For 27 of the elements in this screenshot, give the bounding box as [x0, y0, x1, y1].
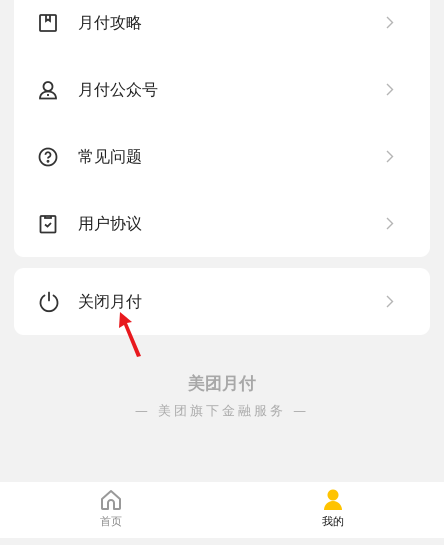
- menu-label: 月付攻略: [78, 12, 143, 34]
- menu-label: 用户协议: [78, 212, 143, 234]
- person-icon: [38, 80, 58, 100]
- chevron-right-icon: [386, 295, 394, 308]
- menu-item[interactable]: 月付攻略: [14, 0, 430, 56]
- menu-label: 月付公众号: [78, 78, 159, 100]
- menu-item[interactable]: 用户协议: [14, 190, 430, 257]
- home-icon: [100, 489, 122, 512]
- power-icon: [38, 290, 60, 312]
- menu-item[interactable]: 常见问题: [14, 123, 430, 190]
- arrow-annotation: [116, 310, 144, 358]
- person-icon: [322, 489, 344, 512]
- book-icon: [38, 12, 58, 32]
- clipboard-check-icon: [38, 214, 58, 234]
- chevron-right-icon: [386, 217, 394, 230]
- brand-title: 美团月付: [188, 373, 256, 396]
- chevron-right-icon: [386, 150, 394, 163]
- menu-label: 常见问题: [78, 146, 143, 168]
- tagline: — 美团旗下金融服务 —: [134, 403, 310, 421]
- menu-item[interactable]: 关闭月付: [14, 268, 430, 335]
- tab[interactable]: 首页: [0, 482, 222, 538]
- help-icon: [38, 146, 58, 166]
- menu-label: 关闭月付: [78, 290, 143, 312]
- chevron-right-icon: [386, 16, 394, 29]
- tab[interactable]: 我的: [222, 482, 444, 538]
- menu-item[interactable]: 月付公众号: [14, 56, 430, 123]
- chevron-right-icon: [386, 83, 394, 96]
